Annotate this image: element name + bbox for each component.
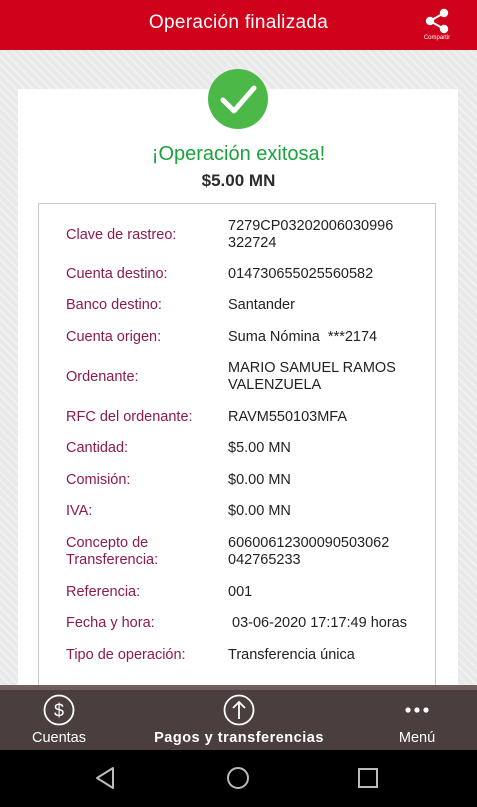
detail-label: Comisión: [66, 472, 131, 488]
detail-value: Santander [228, 297, 295, 313]
detail-label: Cuenta destino: [66, 266, 168, 282]
detail-label: Banco destino: [66, 297, 162, 313]
detail-label: Tipo de operación: [66, 647, 186, 663]
detail-label: RFC del ordenante: [66, 409, 193, 425]
recents-icon[interactable] [355, 765, 381, 791]
details-table: Clave de rastreo: 7279CP03202006030996 3… [38, 203, 436, 693]
share-button[interactable]: Compartir [419, 8, 455, 42]
arrow-up-circle-icon [223, 694, 255, 726]
share-icon [425, 8, 449, 34]
detail-value: $5.00 MN [228, 440, 291, 456]
home-icon[interactable] [225, 765, 251, 791]
share-label: Compartir [423, 35, 451, 41]
nav-item-cuentas[interactable]: $ Cuentas [20, 693, 98, 746]
detail-label: Concepto de Transferencia: [66, 535, 159, 568]
detail-label: Cuenta origen: [66, 329, 162, 345]
more-dots-icon [405, 707, 429, 713]
detail-value: 60600612300090503062 042765233 [228, 535, 390, 568]
detail-value: 014730655025560582 [228, 266, 374, 282]
detail-value: 03-06-2020 17:17:49 horas [228, 615, 407, 631]
detail-value: $0.00 MN [228, 472, 291, 488]
success-check-icon [208, 69, 268, 129]
app-header: Operación finalizada Compartir [0, 0, 477, 50]
detail-label: Fecha y hora: [66, 615, 155, 631]
detail-value: 7279CP03202006030996 322724 [228, 218, 394, 251]
back-icon[interactable] [93, 765, 119, 791]
detail-label: Cantidad: [66, 440, 129, 456]
nav-item-menu[interactable]: Menú [382, 693, 452, 746]
detail-value: $0.00 MN [228, 503, 291, 519]
detail-label: IVA: [66, 503, 93, 519]
detail-label: Clave de rastreo: [66, 227, 177, 243]
nav-label-menu: Menú [398, 730, 436, 746]
success-message: ¡Operación exitosa! [151, 143, 326, 165]
svg-text:$: $ [54, 701, 64, 721]
bottom-navigation: $ Cuentas Pagos y transferencias Menú [0, 685, 477, 750]
detail-label: Referencia: [66, 584, 141, 600]
page-title: Operación finalizada [148, 12, 329, 33]
nav-label-pagos-transferencias: Pagos y transferencias [154, 730, 324, 746]
dollar-circle-icon: $ [43, 694, 75, 726]
nav-label-cuentas: Cuentas [31, 730, 86, 746]
nav-item-pagos-transferencias[interactable]: Pagos y transferencias [138, 693, 340, 746]
system-navigation-bar [0, 750, 477, 807]
detail-value: 001 [228, 584, 253, 600]
detail-value: RAVM550103MFA [228, 409, 348, 425]
detail-value: Transferencia única [228, 647, 355, 663]
detail-value: Suma Nómina ***2174 [228, 329, 378, 345]
transfer-amount: $5.00 MN [201, 171, 276, 190]
detail-label: Ordenante: [66, 369, 139, 385]
detail-value: MARIO SAMUEL RAMOS VALENZUELA [228, 360, 396, 393]
